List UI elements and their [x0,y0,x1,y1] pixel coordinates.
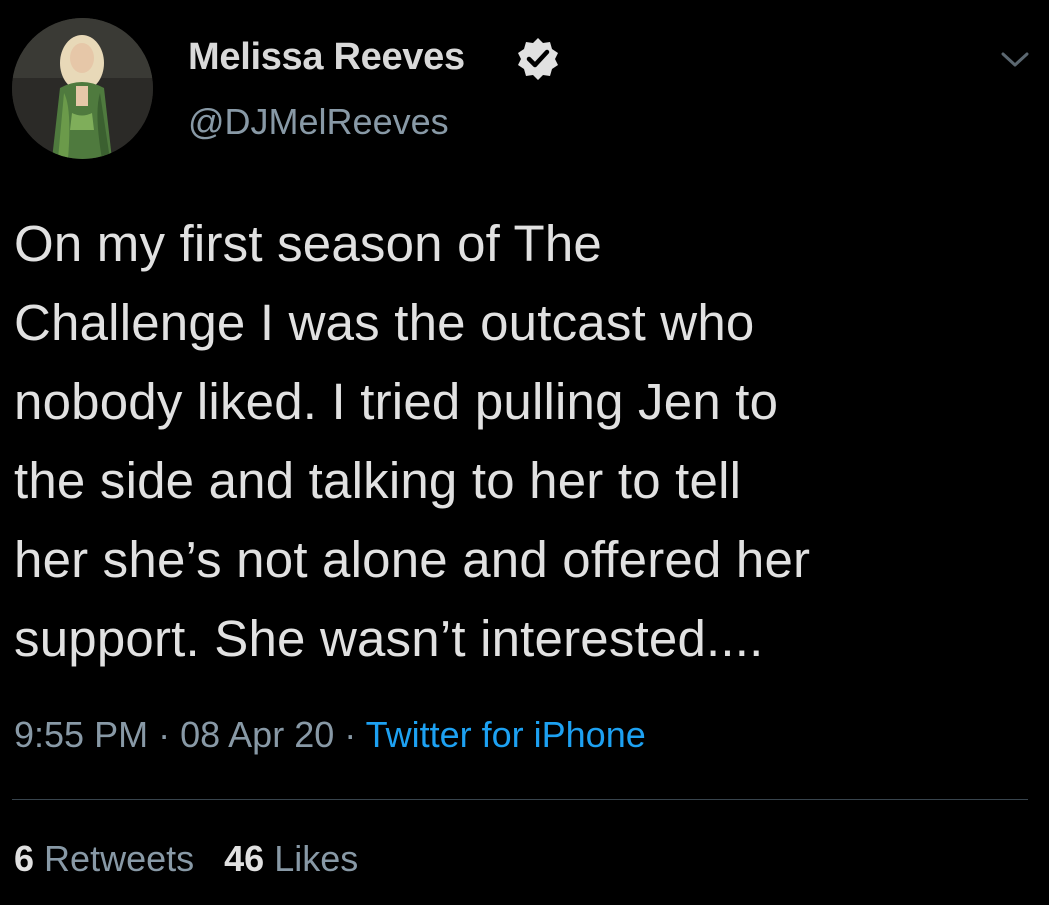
meta-separator: · [158,714,171,755]
tweet-time: 9:55 PM [14,714,149,755]
tweet-detail: Melissa Reeves @DJMelReeves On my first … [0,0,1049,905]
likes-label: Likes [274,838,359,879]
tweet-text: On my first season of The Challenge I wa… [14,204,1039,678]
likes-stat[interactable]: 46 Likes [224,838,358,879]
likes-count: 46 [224,838,265,879]
user-handle[interactable]: @DJMelReeves [188,101,449,143]
tweet-text-line: the side and talking to her to tell [14,452,742,509]
retweets-label: Retweets [44,838,195,879]
tweet-text-line: support. She wasn’t interested.... [14,610,764,667]
display-name[interactable]: Melissa Reeves [188,36,465,79]
meta-separator: · [344,714,357,755]
tweet-date: 08 Apr 20 [180,714,335,755]
tweet-text-line: On my first season of The [14,215,602,272]
tweet-source-link[interactable]: Twitter for iPhone [366,714,646,755]
retweets-stat[interactable]: 6 Retweets [14,838,194,879]
tweet-text-line: her she’s not alone and offered her [14,531,811,588]
retweets-count: 6 [14,838,35,879]
chevron-down-icon[interactable] [1000,50,1030,70]
avatar[interactable] [12,18,153,159]
tweet-text-line: Challenge I was the outcast who [14,294,755,351]
divider [12,799,1028,800]
tweet-metadata: 9:55 PM · 08 Apr 20 · Twitter for iPhone [14,714,646,756]
tweet-stats: 6 Retweets 46 Likes [14,838,358,880]
verified-badge-icon [515,36,561,82]
tweet-text-line: nobody liked. I tried pulling Jen to [14,373,779,430]
